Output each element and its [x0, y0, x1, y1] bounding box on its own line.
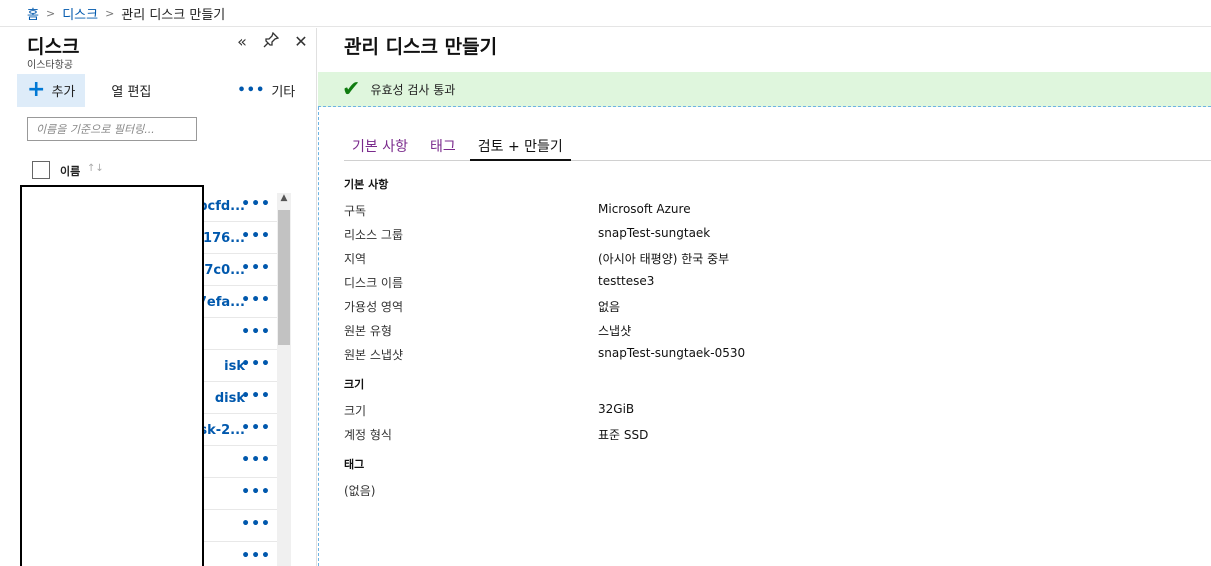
create-disk-blade: 관리 디스크 만들기 ✔ 유효성 검사 통과 기본 사항 태그 검토 + 만들기… [318, 28, 1211, 566]
tab-tags[interactable]: 태그 [422, 132, 464, 161]
field-value-subscription: Microsoft Azure [598, 202, 691, 216]
field-value-source-type: 스냅샷 [598, 324, 632, 338]
tab-review-create[interactable]: 검토 + 만들기 [469, 132, 571, 161]
breadcrumb-current: 관리 디스크 만들기 [121, 7, 226, 23]
validation-banner: ✔ 유효성 검사 통과 [318, 72, 1211, 107]
chevron-right-icon: > [45, 6, 56, 20]
field-label-subscription: 구독 [344, 204, 367, 218]
tab-bar: 기본 사항 태그 검토 + 만들기 [344, 132, 1211, 161]
tags-value: (없음) [344, 484, 376, 498]
row-more-icon[interactable]: ••• [241, 292, 271, 308]
collapse-icon[interactable]: « [232, 32, 252, 51]
pin-icon[interactable] [261, 31, 281, 52]
field-label-size: 크기 [344, 404, 367, 418]
row-more-icon[interactable]: ••• [241, 484, 271, 500]
edit-columns-label: 열 편집 [111, 85, 152, 100]
field-label-resource-group: 리소스 그룹 [344, 228, 404, 242]
field-value-account-type: 표준 SSD [598, 428, 649, 442]
blade-title: 디스크 [27, 36, 80, 58]
columns-icon [95, 89, 105, 92]
field-value-disk-name: testtese3 [598, 274, 655, 288]
field-value-resource-group: snapTest-sungtaek [598, 226, 711, 240]
section-heading-tags: 태그 [344, 458, 365, 471]
page-title: 관리 디스크 만들기 [344, 36, 498, 58]
more-icon: ••• [237, 83, 266, 98]
list-scrollbar[interactable]: ▲ [277, 193, 291, 566]
disks-toolbar: + 추가 열 편집 ••• 기타 [17, 74, 317, 107]
edit-columns-button[interactable]: 열 편집 [85, 74, 161, 107]
name-filter-input[interactable] [27, 117, 197, 141]
sort-icon[interactable]: ↑↓ [87, 163, 104, 174]
section-heading-basics: 기본 사항 [344, 178, 389, 191]
row-more-icon[interactable]: ••• [241, 324, 271, 340]
row-more-icon[interactable]: ••• [241, 260, 271, 276]
add-button[interactable]: + 추가 [17, 74, 86, 107]
breadcrumb: 홈 > 디스크 > 관리 디스크 만들기 [0, 0, 1211, 27]
field-label-source-type: 원본 유형 [344, 324, 392, 338]
more-button-label: 기타 [271, 85, 296, 100]
breadcrumb-home-link[interactable]: 홈 [27, 4, 39, 23]
field-value-region: (아시아 태평양) 한국 중부 [598, 252, 730, 266]
tab-basics[interactable]: 기본 사항 [344, 132, 416, 161]
field-label-disk-name: 디스크 이름 [344, 276, 404, 290]
field-label-source-snapshot: 원본 스냅샷 [344, 348, 404, 362]
field-value-availability-zone: 없음 [598, 300, 621, 314]
add-button-label: 추가 [51, 85, 76, 100]
column-header-name[interactable]: 이름 [60, 163, 80, 179]
row-more-icon[interactable]: ••• [241, 420, 271, 436]
row-more-icon[interactable]: ••• [241, 356, 271, 372]
row-more-icon[interactable]: ••• [241, 548, 271, 564]
validation-text: 유효성 검사 통과 [370, 82, 456, 97]
field-label-account-type: 계정 형식 [344, 428, 392, 442]
scroll-thumb[interactable] [278, 210, 290, 345]
blade-subtitle: 이스타항공 [27, 60, 73, 71]
field-value-source-snapshot: snapTest-sungtaek-0530 [598, 346, 746, 360]
plus-icon: + [27, 76, 46, 102]
checkmark-icon: ✔ [342, 76, 361, 102]
scroll-up-icon[interactable]: ▲ [277, 193, 291, 207]
row-more-icon[interactable]: ••• [241, 196, 271, 212]
redaction-box [20, 185, 204, 566]
select-all-checkbox[interactable] [32, 161, 50, 179]
field-value-size: 32GiB [598, 402, 635, 416]
close-icon[interactable]: ✕ [291, 32, 311, 51]
more-button[interactable]: ••• 기타 [227, 74, 305, 107]
row-more-icon[interactable]: ••• [241, 516, 271, 532]
row-more-icon[interactable]: ••• [241, 388, 271, 404]
section-heading-size: 크기 [344, 378, 365, 391]
blade-divider [318, 107, 319, 566]
field-label-availability-zone: 가용성 영역 [344, 300, 404, 314]
row-more-icon[interactable]: ••• [241, 228, 271, 244]
disks-blade: 디스크 이스타항공 « ✕ + 추가 열 편집 ••• 기타 이름 ↑↓ 4bc… [0, 28, 317, 566]
field-label-region: 지역 [344, 252, 367, 266]
row-more-icon[interactable]: ••• [241, 452, 271, 468]
breadcrumb-disks-link[interactable]: 디스크 [62, 4, 98, 23]
chevron-right-icon: > [105, 6, 115, 20]
